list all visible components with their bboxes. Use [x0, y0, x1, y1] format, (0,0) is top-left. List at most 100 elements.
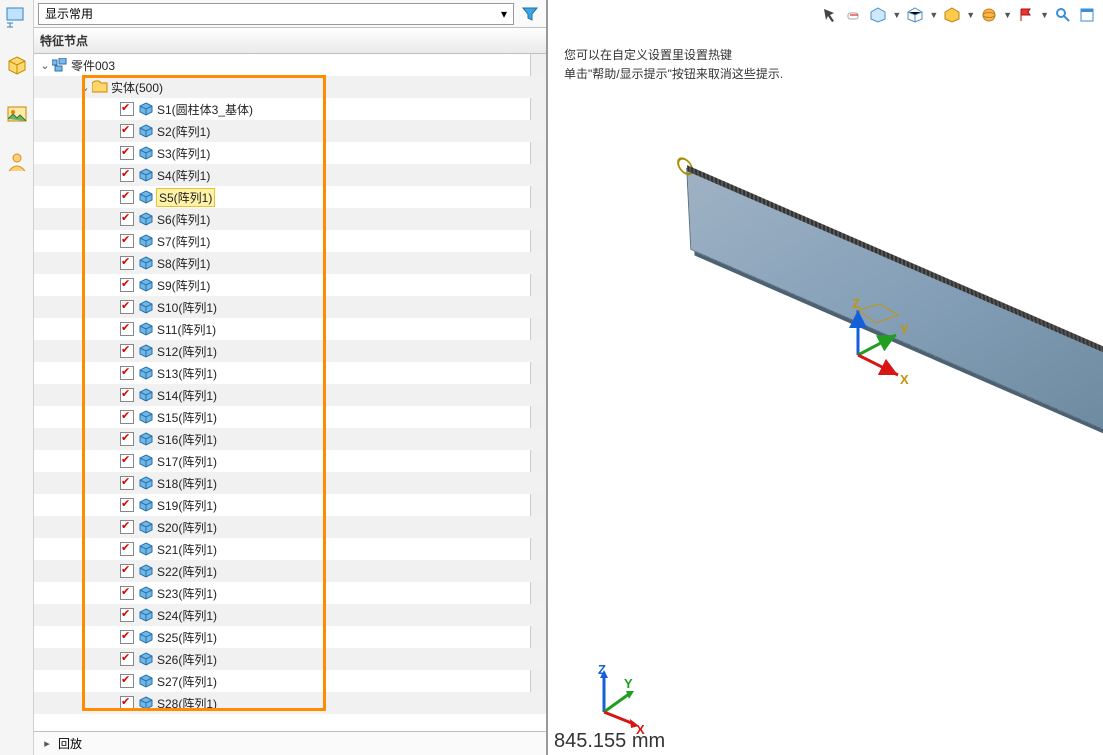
tree-item[interactable]: S2(阵列1): [34, 120, 546, 142]
tree-item[interactable]: S21(阵列1): [34, 538, 546, 560]
tree-item[interactable]: S19(阵列1): [34, 494, 546, 516]
solid-body-icon: [138, 542, 154, 556]
checkbox[interactable]: [120, 652, 134, 666]
tree-item[interactable]: S3(阵列1): [34, 142, 546, 164]
user-icon[interactable]: [5, 150, 29, 174]
dimension-readout: 845.155 mm: [554, 730, 665, 753]
checkbox[interactable]: [120, 630, 134, 644]
tool-select-icon[interactable]: [820, 5, 840, 25]
checkbox[interactable]: [120, 388, 134, 402]
tree-item[interactable]: S13(阵列1): [34, 362, 546, 384]
tool-window-icon[interactable]: [1077, 5, 1097, 25]
checkbox[interactable]: [120, 476, 134, 490]
tree-item[interactable]: S11(阵列1): [34, 318, 546, 340]
checkbox[interactable]: [120, 212, 134, 226]
tree-root-node[interactable]: ⌄ 零件003: [34, 54, 546, 76]
tree-item[interactable]: S14(阵列1): [34, 384, 546, 406]
axis-x-label: X: [900, 372, 909, 387]
checkbox[interactable]: [120, 520, 134, 534]
tree-folder-node[interactable]: ⌄ 实体(500): [34, 76, 546, 98]
dropdown-caret-icon[interactable]: ▼: [1003, 10, 1012, 20]
tree-item[interactable]: S8(阵列1): [34, 252, 546, 274]
filter-button[interactable]: [518, 3, 542, 25]
checkbox[interactable]: [120, 454, 134, 468]
solid-body-icon: [138, 366, 154, 380]
tool-sphere-icon[interactable]: [979, 5, 999, 25]
checkbox[interactable]: [120, 542, 134, 556]
feature-tree[interactable]: ⌄ 零件003 ⌄ 实体(500) S1(圆柱体3_基体) S2(阵列1) S3(阵…: [34, 54, 546, 731]
dropdown-caret-icon[interactable]: ▼: [966, 10, 975, 20]
tree-item[interactable]: S12(阵列1): [34, 340, 546, 362]
checkbox[interactable]: [120, 410, 134, 424]
checkbox[interactable]: [120, 124, 134, 138]
checkbox[interactable]: [120, 256, 134, 270]
checkbox[interactable]: [120, 366, 134, 380]
dropdown-caret-icon[interactable]: ▼: [892, 10, 901, 20]
checkbox[interactable]: [120, 608, 134, 622]
tree-item[interactable]: S28(阵列1): [34, 692, 546, 714]
tool-erase-icon[interactable]: [844, 5, 864, 25]
image-icon[interactable]: [5, 102, 29, 126]
tree-item[interactable]: S24(阵列1): [34, 604, 546, 626]
tree-item[interactable]: S26(阵列1): [34, 648, 546, 670]
viewport-3d[interactable]: ▼ ▼ ▼ ▼ ▼ 您可以在自定义设置里设置热键 单击"帮助/显示提示"按钮来取…: [548, 0, 1103, 755]
tree-view-icon[interactable]: [5, 6, 29, 30]
checkbox[interactable]: [120, 432, 134, 446]
checkbox[interactable]: [120, 168, 134, 182]
expand-toggle-icon[interactable]: ⌄: [38, 59, 52, 72]
tree-item-label: S24(阵列1): [157, 607, 217, 624]
expand-toggle-icon[interactable]: ▸: [40, 737, 54, 750]
tree-item[interactable]: S25(阵列1): [34, 626, 546, 648]
tree-item-label: S18(阵列1): [157, 475, 217, 492]
tree-item[interactable]: S1(圆柱体3_基体): [34, 98, 546, 120]
tool-wire-icon[interactable]: [905, 5, 925, 25]
tree-footer[interactable]: ▸ 回放: [34, 731, 546, 755]
tree-item[interactable]: S20(阵列1): [34, 516, 546, 538]
tree-item[interactable]: S15(阵列1): [34, 406, 546, 428]
tool-flag-icon[interactable]: [1016, 5, 1036, 25]
tree-item-label: S1(圆柱体3_基体): [157, 101, 253, 118]
checkbox[interactable]: [120, 190, 134, 204]
tool-shaded-icon[interactable]: [942, 5, 962, 25]
checkbox[interactable]: [120, 498, 134, 512]
tree-item[interactable]: S27(阵列1): [34, 670, 546, 692]
checkbox[interactable]: [120, 278, 134, 292]
solid-body-icon: [138, 432, 154, 446]
tree-item[interactable]: S7(阵列1): [34, 230, 546, 252]
viewport-toolbar: ▼ ▼ ▼ ▼ ▼: [814, 0, 1103, 30]
tree-item[interactable]: S10(阵列1): [34, 296, 546, 318]
checkbox[interactable]: [120, 586, 134, 600]
dropdown-caret-icon[interactable]: ▼: [929, 10, 938, 20]
tip-line-2: 单击"帮助/显示提示"按钮来取消这些提示.: [564, 65, 783, 84]
checkbox[interactable]: [120, 146, 134, 160]
cube-icon[interactable]: [5, 54, 29, 78]
checkbox[interactable]: [120, 234, 134, 248]
tree-item[interactable]: S6(阵列1): [34, 208, 546, 230]
tool-zoom-icon[interactable]: [1053, 5, 1073, 25]
tree-item[interactable]: S23(阵列1): [34, 582, 546, 604]
triad-corner[interactable]: Z Y X: [584, 664, 654, 737]
dropdown-caret-icon[interactable]: ▼: [1040, 10, 1049, 20]
tree-item[interactable]: S18(阵列1): [34, 472, 546, 494]
checkbox[interactable]: [120, 102, 134, 116]
tool-cube1-icon[interactable]: [868, 5, 888, 25]
tree-item[interactable]: S22(阵列1): [34, 560, 546, 582]
tree-item[interactable]: S4(阵列1): [34, 164, 546, 186]
tree-item[interactable]: S17(阵列1): [34, 450, 546, 472]
solid-body-icon: [138, 674, 154, 688]
checkbox[interactable]: [120, 674, 134, 688]
tree-item[interactable]: S9(阵列1): [34, 274, 546, 296]
checkbox[interactable]: [120, 322, 134, 336]
checkbox[interactable]: [120, 696, 134, 710]
tree-item[interactable]: S5(阵列1): [34, 186, 546, 208]
triad-main[interactable]: Z Y X: [828, 300, 918, 393]
tree-item-label: S3(阵列1): [157, 145, 210, 162]
tree-item[interactable]: S16(阵列1): [34, 428, 546, 450]
expand-toggle-icon[interactable]: ⌄: [78, 81, 92, 94]
tree-item-label: S19(阵列1): [157, 497, 217, 514]
checkbox[interactable]: [120, 344, 134, 358]
checkbox[interactable]: [120, 564, 134, 578]
checkbox[interactable]: [120, 300, 134, 314]
display-mode-dropdown[interactable]: 显示常用 ▾: [38, 3, 514, 25]
solid-body-icon: [138, 300, 154, 314]
